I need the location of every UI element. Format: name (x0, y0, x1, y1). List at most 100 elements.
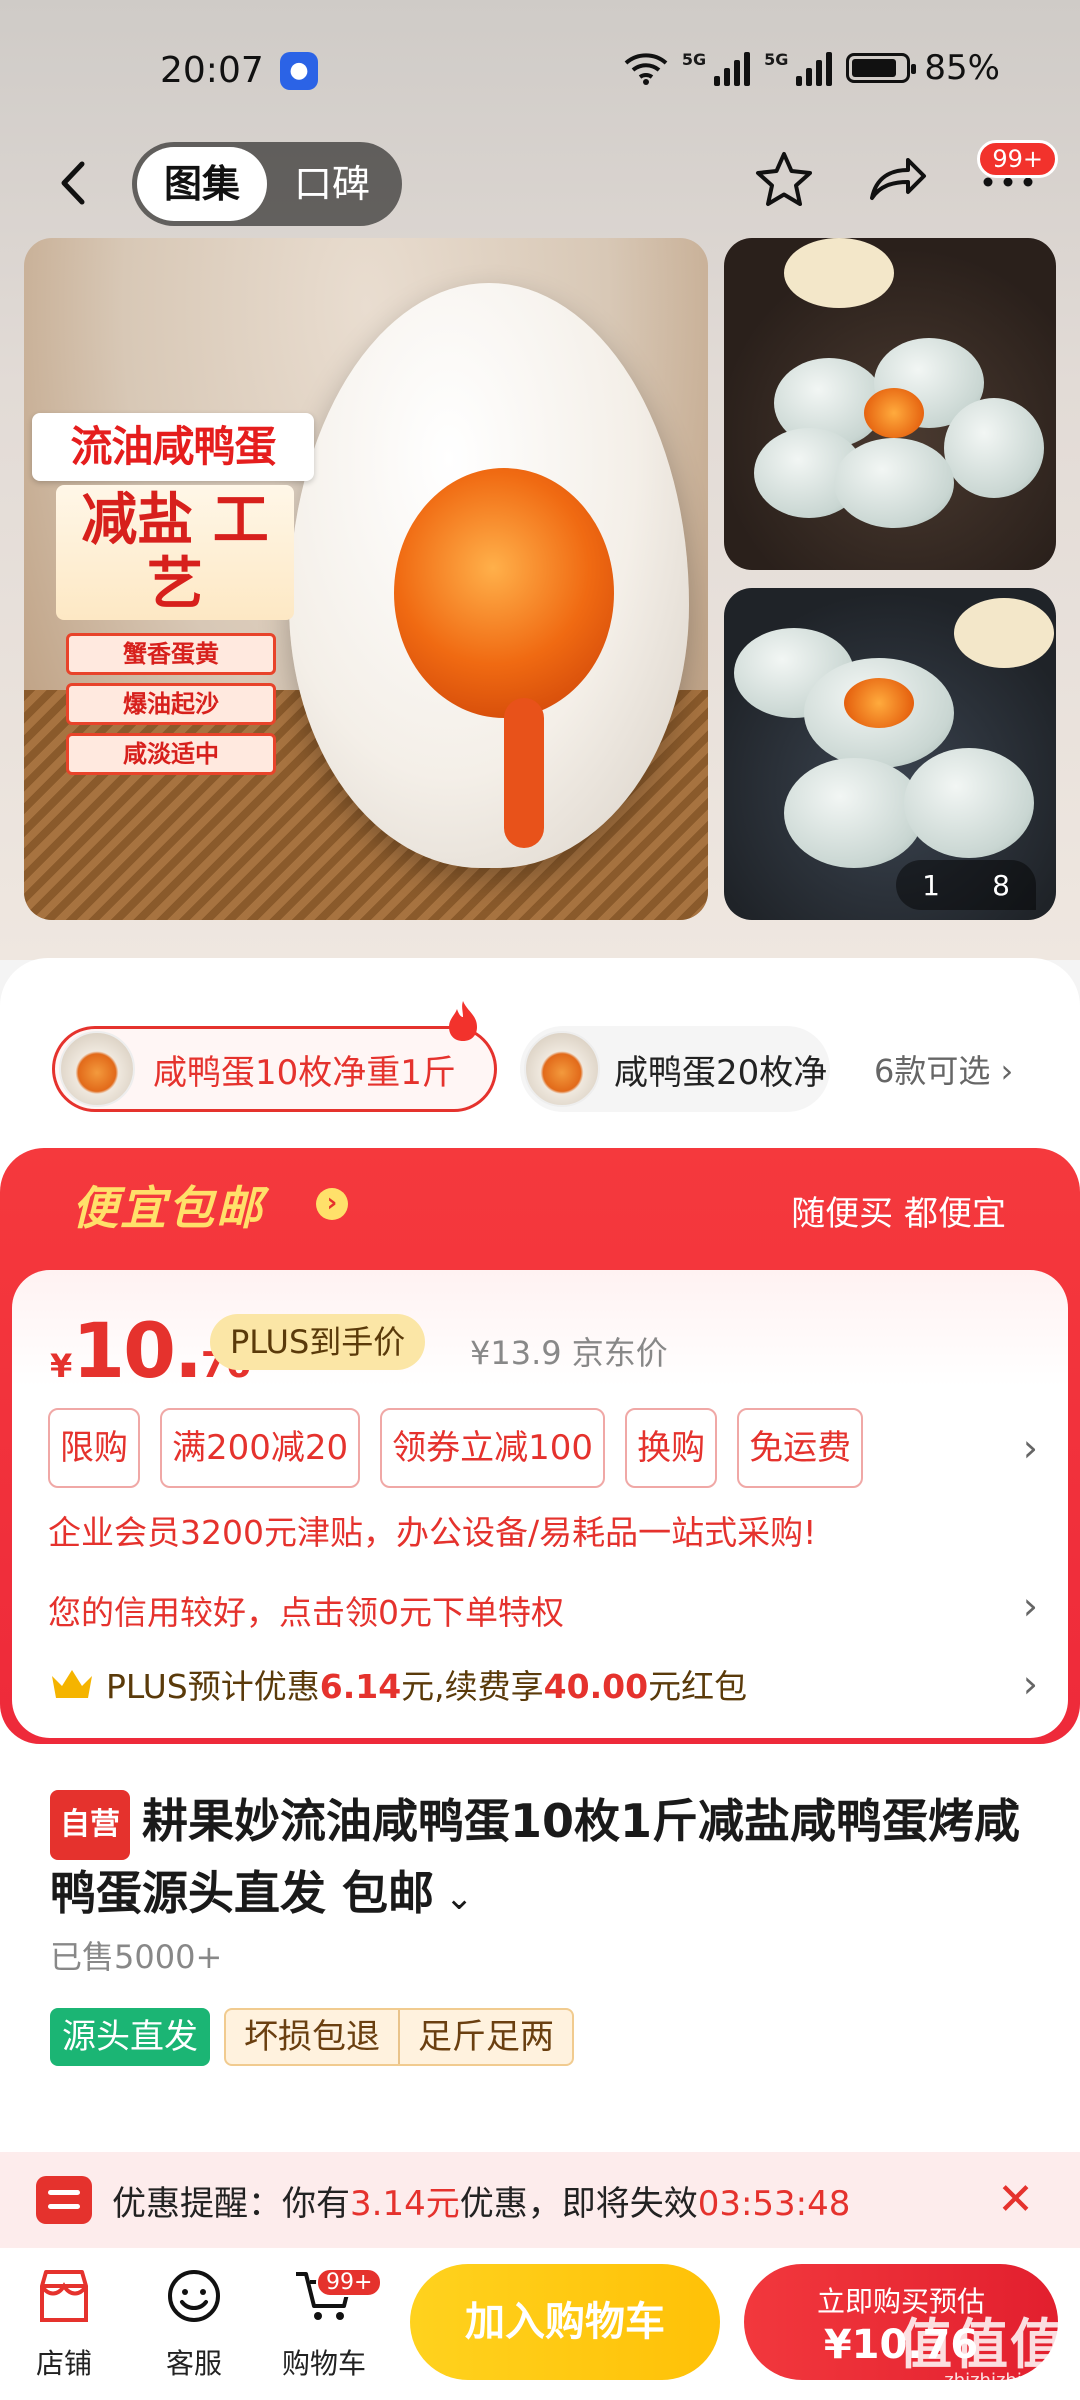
store-button[interactable]: 店铺 (4, 2264, 124, 2382)
egg-yolk (394, 468, 614, 718)
cart-label: 购物车 (281, 2347, 366, 2380)
jd-price: ¥13.9 京东价 (470, 1334, 668, 1372)
promo-header[interactable]: 便宜包邮 (72, 1172, 264, 1238)
flame-icon (449, 1001, 477, 1041)
guarantee-tags[interactable]: 坏损包退 足斤足两 (224, 2008, 574, 2066)
product-title[interactable]: 自营 耕果妙流油咸鸭蛋10枚1斤减盐咸鸭蛋烤咸鸭蛋源头直发 包邮 ⌄ (50, 1788, 1030, 1931)
egg-shape (784, 238, 894, 308)
promo-slogan: 随便买 都便宜 (791, 1194, 1006, 1234)
self-operated-tag: 自营 (50, 1789, 130, 1860)
egg-yolk (844, 678, 914, 728)
top-nav: 图集 口碑 (0, 138, 1080, 228)
product-detail-card: 咸鸭蛋10枚净重1斤 咸鸭蛋20枚净 6款可选 › 便宜包邮 › 随便买 都便宜… (0, 958, 1080, 2258)
reminder-prefix: 优惠提醒：你有 (112, 2183, 350, 2224)
close-icon[interactable]: ✕ (997, 2174, 1034, 2225)
promo-tag-limit[interactable]: 限购 (48, 1408, 140, 1488)
variant-label: 咸鸭蛋20枚净 (614, 1052, 828, 1093)
reminder-text: 优惠提醒：你有3.14元优惠，即将失效03:53:48 (112, 2176, 850, 2225)
star-icon[interactable] (752, 148, 816, 212)
back-icon[interactable] (50, 158, 100, 208)
battery-icon (846, 53, 917, 83)
more-variants-link[interactable]: 6款可选 › (874, 1046, 1013, 1092)
image-promo-tag: 蟹香蛋黄 (66, 633, 276, 675)
cart-badge: 99+ (316, 2268, 383, 2297)
share-icon[interactable] (864, 148, 928, 212)
promo-tags[interactable]: 限购 满200减20 领券立减100 换购 免运费 (48, 1408, 1038, 1488)
egg-yolk (864, 388, 924, 438)
promo-tag-exchange[interactable]: 换购 (625, 1408, 718, 1488)
signal-icon: 5G (682, 50, 751, 86)
egg-shape (954, 598, 1054, 668)
chevron-right-icon[interactable]: › (1023, 1662, 1038, 1706)
chevron-right-icon[interactable]: › (1023, 1426, 1038, 1470)
gallery-thumb-2[interactable]: 1 8 (724, 588, 1056, 920)
variant-option-selected[interactable]: 咸鸭蛋10枚净重1斤 (52, 1001, 497, 1112)
promo-tag-coupon[interactable]: 领券立减100 (380, 1408, 606, 1488)
egg-shape (944, 398, 1044, 498)
customer-service-button[interactable]: 客服 (134, 2264, 254, 2382)
price-currency: ¥ (50, 1347, 73, 1385)
variant-selector: 咸鸭蛋10枚净重1斤 咸鸭蛋20枚净 6款可选 › (52, 1001, 1052, 1112)
plus-offer-mid: 元,续费享 (401, 1667, 544, 1706)
chevron-right-icon[interactable]: › (1023, 1584, 1038, 1628)
site-watermark-url: zhizhizhi.com (944, 2370, 1066, 2391)
source-direct-tag: 源头直发 (50, 2008, 210, 2066)
battery-percent: 85% (924, 48, 1000, 88)
reminder-amount: 3.14元 (350, 2183, 460, 2224)
site-watermark: 值值值 (898, 2313, 1066, 2376)
product-features: 源头直发 坏损包退 足斤足两 (50, 2008, 574, 2066)
discount-reminder-bar[interactable]: 优惠提醒：你有3.14元优惠，即将失效03:53:48 ✕ (0, 2152, 1080, 2248)
egg-shape (834, 438, 954, 528)
product-title-text: 耕果妙流油咸鸭蛋10枚1斤减盐咸鸭蛋烤咸鸭蛋源头直发 包邮 (50, 1794, 1021, 1920)
egg-shape (784, 758, 924, 868)
plus-offer-prefix: PLUS预计优惠 (106, 1667, 320, 1706)
tab-reviews[interactable]: 口碑 (267, 147, 397, 221)
customer-service-label: 客服 (165, 2347, 222, 2380)
gallery-thumb-1[interactable] (724, 238, 1056, 570)
gallery-hero: 20:07 ● 5G 5G 85% 图集 口碑 99+ 流油咸鸭蛋 减盐 工艺 … (0, 0, 1080, 960)
status-time: 20:07 (160, 50, 264, 91)
enterprise-offer[interactable]: 企业会员3200元津贴，办公设备/易耗品一站式采购! (48, 1506, 816, 1554)
image-promo-title: 流油咸鸭蛋 (32, 413, 314, 481)
egg-shape (904, 748, 1034, 858)
image-promo-subtitle: 减盐 工艺 (56, 485, 294, 620)
gallery-counter-total: 8 (992, 868, 1010, 902)
reminder-countdown: 03:53:48 (697, 2183, 851, 2224)
image-promo-tags: 蟹香蛋黄 爆油起沙 咸淡适中 (66, 633, 276, 783)
variant-option[interactable]: 咸鸭蛋20枚净 (520, 1026, 830, 1112)
image-promo-tag: 咸淡适中 (66, 733, 276, 775)
chevron-down-icon[interactable]: ⌄ (434, 1878, 474, 1918)
store-icon (40, 2270, 88, 2322)
plus-offer[interactable]: PLUS预计优惠6.14元,续费享40.00元红包 (48, 1660, 747, 1708)
baidu-paw-icon: ● (280, 52, 318, 90)
variant-thumbnail (524, 1031, 600, 1107)
credit-offer[interactable]: 您的信用较好，点击领0元下单特权 (48, 1586, 564, 1634)
crown-icon (52, 1670, 92, 1698)
more-variants-label: 6款可选 (874, 1052, 991, 1090)
plus-offer-amount: 6.14 (319, 1667, 402, 1706)
plus-offer-suffix: 元红包 (648, 1667, 748, 1706)
coupon-icon (36, 2176, 92, 2224)
customer-service-icon (168, 2270, 220, 2322)
chevron-right-icon[interactable]: › (316, 1188, 348, 1220)
image-promo-panel: 流油咸鸭蛋 减盐 工艺 蟹香蛋黄 爆油起沙 咸淡适中 (32, 413, 314, 783)
promo-tag-free-shipping[interactable]: 免运费 (737, 1408, 864, 1488)
status-indicators: 5G 5G 85% (624, 48, 1000, 88)
plus-price-tag: PLUS到手价 (210, 1314, 426, 1370)
promo-box: 便宜包邮 › 随便买 都便宜 ¥ 10. 76 PLUS到手价 ¥13.9 京东… (0, 1148, 1080, 1744)
tab-gallery[interactable]: 图集 (137, 147, 267, 221)
gallery-counter: 1 8 (896, 860, 1036, 910)
gallery-tab-switcher: 图集 口碑 (132, 142, 402, 226)
guarantee-tag: 足斤足两 (398, 2010, 572, 2064)
gallery-counter-current: 1 (922, 868, 940, 902)
yolk-drip (504, 698, 544, 848)
variant-label: 咸鸭蛋10枚净重1斤 (153, 1052, 456, 1093)
sold-count: 已售5000+ (50, 1938, 223, 1976)
gallery-main-image[interactable]: 流油咸鸭蛋 减盐 工艺 蟹香蛋黄 爆油起沙 咸淡适中 (24, 238, 708, 920)
image-promo-tag: 爆油起沙 (66, 683, 276, 725)
wifi-icon (624, 53, 668, 85)
more-badge: 99+ (977, 140, 1058, 178)
promo-tag-discount[interactable]: 满200减20 (160, 1408, 361, 1488)
guarantee-tag: 坏损包退 (244, 2017, 380, 2057)
add-to-cart-button[interactable]: 加入购物车 (410, 2264, 720, 2380)
